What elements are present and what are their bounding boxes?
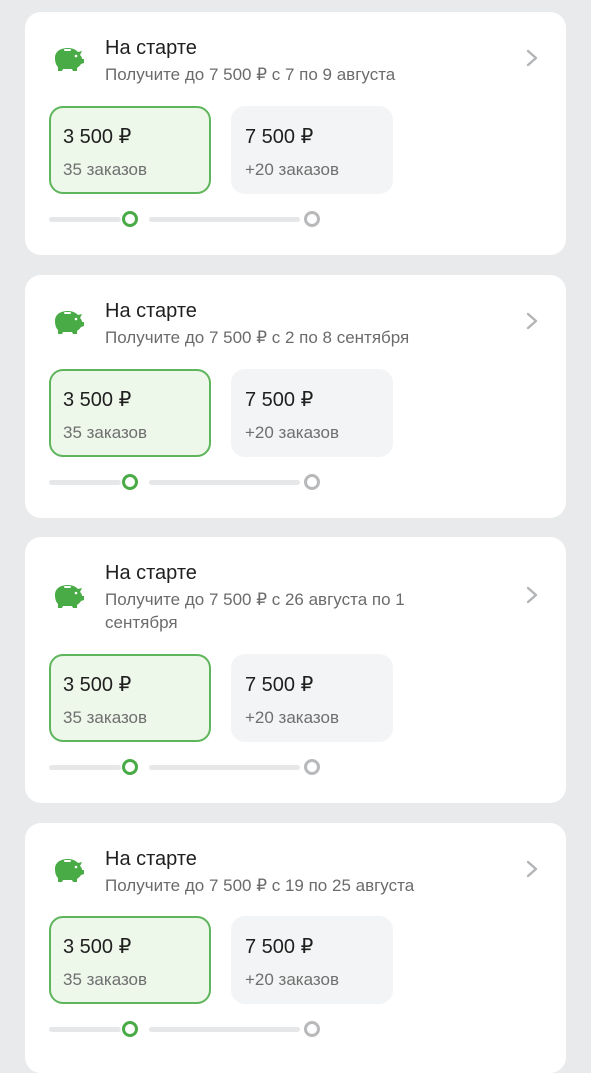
tier-amount: 3 500 ₽	[63, 126, 132, 148]
piggy-bank-icon	[55, 859, 84, 882]
progress-step-reached	[122, 759, 138, 775]
piggy-bank-icon	[55, 311, 84, 334]
card-title: На старте	[105, 848, 197, 870]
chevron-right-icon[interactable]	[524, 48, 540, 68]
tier-tile-next[interactable]: 7 500 ₽ +20 заказов	[231, 369, 393, 457]
card-subtitle: Получите до 7 500 ₽ с 2 по 8 сентября	[105, 328, 410, 347]
bonus-card[interactable]: На старте Получите до 7 500 ₽ с 19 по 25…	[25, 823, 566, 1073]
bonus-card[interactable]: На старте Получите до 7 500 ₽ с 7 по 9 а…	[25, 12, 566, 255]
progress-track	[49, 480, 121, 485]
progress-step-reached	[122, 474, 138, 490]
progress-track	[49, 765, 121, 770]
card-subtitle: Получите до 7 500 ₽ с 26 августа по 1 се…	[105, 590, 405, 632]
tier-orders: 35 заказов	[63, 970, 148, 989]
card-title: На старте	[105, 300, 197, 322]
progress-step-pending	[304, 1021, 320, 1037]
tier-tile-next[interactable]: 7 500 ₽ +20 заказов	[231, 916, 393, 1004]
tier-orders: 35 заказов	[63, 708, 148, 727]
tier-tile-current[interactable]: 3 500 ₽ 35 заказов	[49, 916, 211, 1004]
tier-tile-current[interactable]: 3 500 ₽ 35 заказов	[49, 106, 211, 194]
progress-track	[49, 1027, 121, 1032]
progress-track	[49, 217, 121, 222]
chevron-right-icon[interactable]	[524, 585, 540, 605]
tier-amount: 3 500 ₽	[63, 936, 132, 958]
tier-amount: 7 500 ₽	[245, 936, 314, 958]
bonus-card[interactable]: На старте Получите до 7 500 ₽ с 26 авгус…	[25, 537, 566, 803]
tier-orders: 35 заказов	[63, 160, 148, 179]
card-title: На старте	[105, 37, 197, 59]
progress-step-pending	[304, 211, 320, 227]
bonus-card[interactable]: На старте Получите до 7 500 ₽ с 2 по 8 с…	[25, 275, 566, 518]
tier-orders: +20 заказов	[245, 160, 339, 179]
tier-orders: +20 заказов	[245, 708, 339, 727]
tier-tile-next[interactable]: 7 500 ₽ +20 заказов	[231, 654, 393, 742]
piggy-bank-icon	[55, 585, 84, 608]
progress-step-reached	[122, 1021, 138, 1037]
card-title: На старте	[105, 562, 197, 584]
progress-track	[149, 1027, 300, 1032]
progress-step-reached	[122, 211, 138, 227]
tier-orders: +20 заказов	[245, 423, 339, 442]
tier-amount: 3 500 ₽	[63, 389, 132, 411]
tier-tile-next[interactable]: 7 500 ₽ +20 заказов	[231, 106, 393, 194]
piggy-bank-icon	[55, 48, 84, 71]
progress-step-pending	[304, 759, 320, 775]
card-subtitle: Получите до 7 500 ₽ с 7 по 9 августа	[105, 65, 396, 84]
tier-orders: 35 заказов	[63, 423, 148, 442]
tier-tile-current[interactable]: 3 500 ₽ 35 заказов	[49, 654, 211, 742]
tier-amount: 7 500 ₽	[245, 389, 314, 411]
chevron-right-icon[interactable]	[524, 859, 540, 879]
progress-step-pending	[304, 474, 320, 490]
tier-tile-current[interactable]: 3 500 ₽ 35 заказов	[49, 369, 211, 457]
progress-track	[149, 765, 300, 770]
card-subtitle: Получите до 7 500 ₽ с 19 по 25 августа	[105, 876, 415, 895]
tier-amount: 3 500 ₽	[63, 674, 132, 696]
tier-amount: 7 500 ₽	[245, 674, 314, 696]
tier-amount: 7 500 ₽	[245, 126, 314, 148]
tier-orders: +20 заказов	[245, 970, 339, 989]
progress-track	[149, 480, 300, 485]
chevron-right-icon[interactable]	[524, 311, 540, 331]
progress-track	[149, 217, 300, 222]
